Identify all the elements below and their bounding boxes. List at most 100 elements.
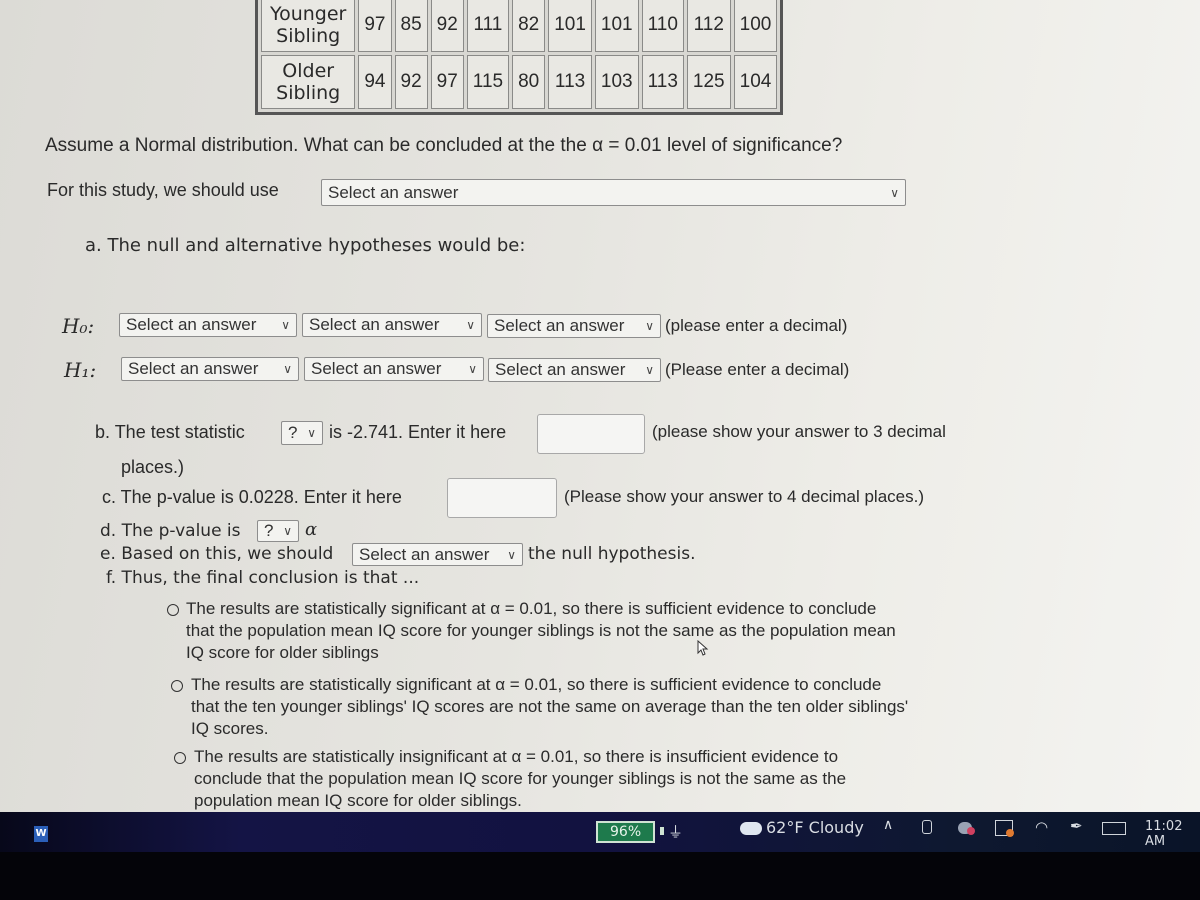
table-cell: 113: [548, 55, 592, 109]
row-header-younger: Younger Sibling: [261, 0, 356, 52]
battery-indicator[interactable]: 96%: [596, 821, 656, 843]
select-value: Select an answer: [126, 315, 257, 334]
table-cell: 115: [466, 55, 510, 109]
table-cell: 112: [686, 0, 731, 52]
taskbar: W 96% ⏚ 62°F Cloudy ∧ ◠ ✒ 11:02 AM: [0, 812, 1200, 852]
select-value: Select an answer: [128, 359, 259, 378]
clock-time[interactable]: 11:02 AM: [1145, 819, 1200, 849]
row-header-older: Older Sibling: [261, 55, 356, 109]
update-badge-icon: [1006, 829, 1014, 837]
table-cell: 97: [430, 55, 464, 109]
table-cell: 101: [594, 0, 639, 52]
option-text: conclude that the population mean IQ sco…: [194, 769, 847, 788]
table-cell: 110: [641, 0, 684, 52]
chevron-down-icon: ∨: [468, 362, 477, 376]
p-value-comparison-select[interactable]: ? ∨: [257, 520, 299, 542]
test-statistic-input[interactable]: [537, 414, 645, 454]
option-text: IQ scores.: [191, 719, 269, 738]
test-statistic-type-select[interactable]: ? ∨: [281, 421, 323, 445]
part-a-label: a. The null and alternative hypotheses w…: [85, 235, 526, 256]
part-c-prefix: c. The p-value is 0.0228. Enter it here: [102, 487, 402, 507]
table-cell: 94: [358, 55, 392, 109]
row-label: Sibling: [276, 82, 341, 104]
select-value: Select an answer: [495, 360, 626, 379]
h0-operator-select[interactable]: Select an answer ∨: [302, 313, 482, 337]
h1-operator-select[interactable]: Select an answer ∨: [304, 357, 484, 381]
sibling-iq-table: Younger Sibling 97 85 92 111 82 101 101 1…: [255, 0, 784, 115]
select-value: Select an answer: [311, 359, 442, 378]
table-cell: 103: [594, 55, 639, 109]
table-row: Older Sibling 94 92 97 115 80 113 103 113…: [261, 55, 778, 109]
word-app-icon[interactable]: W: [34, 826, 48, 842]
mouse-cursor-icon: [697, 640, 709, 656]
radio-button[interactable]: [174, 752, 186, 764]
screen-bezel: [0, 852, 1200, 900]
table-cell: 104: [733, 55, 778, 109]
null-hypothesis-decision-select[interactable]: Select an answer ∨: [352, 543, 523, 566]
p-value-input[interactable]: [447, 478, 557, 518]
table-cell: 97: [358, 0, 392, 52]
conclusion-option-3[interactable]: The results are statistically insignific…: [174, 746, 974, 812]
keyboard-icon[interactable]: [1102, 822, 1126, 835]
h1-symbol: H₁:: [64, 358, 97, 382]
table-cell: 113: [641, 55, 684, 109]
h1-value-select[interactable]: Select an answer ∨: [488, 358, 661, 382]
table-cell: 80: [512, 55, 546, 109]
select-value: Select an answer: [328, 182, 459, 202]
weather-text[interactable]: 62°F Cloudy: [766, 818, 864, 837]
option-text: The results are statistically significan…: [186, 599, 877, 618]
chevron-down-icon: ∨: [645, 363, 654, 377]
chevron-down-icon: ∨: [507, 547, 516, 562]
part-c-note: (Please show your answer to 4 decimal pl…: [564, 487, 924, 506]
h1-note: (Please enter a decimal): [665, 360, 850, 379]
table-cell: 125: [686, 55, 731, 109]
chevron-down-icon: ∨: [283, 524, 292, 538]
part-f-label: f. Thus, the final conclusion is that ..…: [106, 568, 420, 588]
chevron-down-icon: ∨: [890, 185, 899, 200]
cloud-weather-icon: [740, 822, 762, 835]
option-text: population mean IQ score for older sibli…: [194, 791, 522, 810]
radio-button[interactable]: [167, 604, 179, 616]
alpha-symbol: α: [305, 519, 318, 540]
table-cell: 82: [512, 0, 546, 52]
h1-parameter-select[interactable]: Select an answer ∨: [121, 357, 299, 381]
chevron-down-icon: ∨: [281, 318, 290, 332]
radio-button[interactable]: [171, 680, 183, 692]
error-badge-icon: [967, 827, 975, 835]
part-b-note-continued: places.): [121, 457, 185, 477]
h0-parameter-select[interactable]: Select an answer ∨: [119, 313, 297, 337]
part-e-suffix: the null hypothesis.: [528, 544, 696, 564]
select-value: Select an answer: [494, 316, 625, 335]
option-text: that the population mean IQ score for yo…: [186, 621, 896, 640]
table-cell: 101: [548, 0, 592, 52]
part-b-middle: is -2.741. Enter it here: [329, 422, 507, 442]
part-d-prefix: d. The p-value is: [100, 521, 241, 541]
select-value: Select an answer: [359, 544, 490, 564]
power-plug-icon: ⏚: [668, 823, 684, 841]
part-b-prefix: b. The test statistic: [95, 422, 245, 442]
option-text: IQ score for older siblings: [186, 643, 379, 662]
pen-icon[interactable]: ✒: [1070, 817, 1083, 835]
study-type-select[interactable]: Select an answer ∨: [321, 179, 906, 206]
chevron-down-icon: ∨: [307, 426, 316, 440]
meet-now-icon[interactable]: [922, 820, 932, 834]
chevron-down-icon: ∨: [283, 362, 292, 376]
table-row: Younger Sibling 97 85 92 111 82 101 101 1…: [261, 0, 778, 52]
option-text: The results are statistically significan…: [191, 675, 882, 694]
chevron-down-icon: ∨: [645, 319, 654, 333]
table-cell: 92: [430, 0, 464, 52]
chevron-up-icon[interactable]: ∧: [883, 817, 893, 833]
select-value: ?: [288, 423, 298, 442]
chevron-down-icon: ∨: [466, 318, 475, 332]
h0-symbol: H₀:: [62, 314, 95, 338]
question-prompt: Assume a Normal distribution. What can b…: [45, 135, 843, 156]
part-b-note: (please show your answer to 3 decimal: [652, 422, 946, 441]
conclusion-option-1[interactable]: The results are statistically significan…: [167, 598, 997, 664]
part-e-prefix: e. Based on this, we should: [100, 544, 334, 564]
wifi-icon[interactable]: ◠: [1035, 818, 1048, 836]
conclusion-option-2[interactable]: The results are statistically significan…: [171, 674, 1001, 740]
table-cell: 111: [466, 0, 510, 52]
h0-value-select[interactable]: Select an answer ∨: [487, 314, 661, 338]
row-label: Sibling: [276, 25, 341, 47]
h0-note: (please enter a decimal): [665, 316, 848, 335]
